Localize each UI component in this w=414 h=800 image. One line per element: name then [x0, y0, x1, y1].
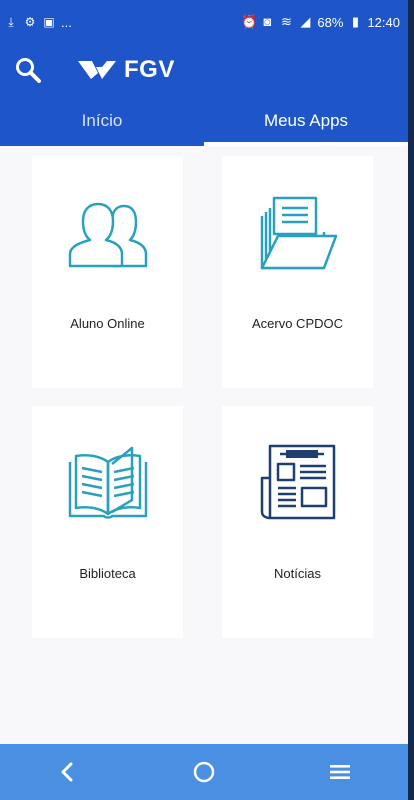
signal-icon: ◢ — [300, 14, 311, 29]
screen-edge — [408, 0, 414, 800]
fgv-logo-mark-icon — [78, 61, 116, 79]
status-right-icons: ⏰ ◙ ≋ ◢ 68% ▮ 12:40 — [241, 15, 400, 30]
download-icon: ⤓ — [8, 15, 14, 29]
status-left-icons: ⤓ ⚙ ▣ ... — [4, 15, 72, 30]
app-label: Acervo CPDOC — [251, 316, 344, 331]
app-label: Biblioteca — [79, 566, 136, 581]
book-icon — [68, 446, 147, 519]
app-card-aluno-online[interactable]: Aluno Online — [32, 156, 183, 388]
menu-button[interactable] — [310, 748, 370, 796]
fgv-logo: FGV — [78, 56, 175, 84]
back-button[interactable] — [38, 748, 98, 796]
status-bar: ⤓ ⚙ ▣ ... ⏰ ◙ ≋ ◢ 68% ▮ 12:40 — [0, 0, 408, 44]
app-card-acervo-cpdoc[interactable]: Acervo CPDOC — [222, 156, 373, 388]
message-icon: ▣ — [43, 15, 55, 29]
app-label: Aluno Online — [70, 316, 145, 331]
app-bar: FGV — [0, 44, 408, 96]
alarm-icon: ⏰ — [241, 14, 258, 29]
phone-screen: ⤓ ⚙ ▣ ... ⏰ ◙ ≋ ◢ 68% ▮ 12:40 FGV Início… — [0, 0, 408, 800]
battery-percent: 68% — [317, 14, 344, 30]
back-icon — [61, 762, 73, 782]
tab-bar: Início Meus Apps — [0, 96, 408, 146]
users-icon — [68, 202, 147, 268]
folder-icon — [260, 196, 337, 270]
wifi-icon: ≋ — [280, 14, 292, 29]
app-card-noticias[interactable]: Notícias — [222, 406, 373, 638]
menu-icon — [330, 765, 350, 779]
tab-inicio[interactable]: Início — [0, 96, 204, 146]
nfc-icon: ◙ — [263, 14, 272, 29]
app-label: Notícias — [274, 566, 321, 581]
home-button[interactable] — [174, 748, 234, 796]
search-icon — [16, 58, 41, 83]
newspaper-icon — [260, 444, 335, 520]
logo-text: FGV — [124, 56, 175, 83]
system-nav-bar — [0, 744, 408, 800]
clock: 12:40 — [367, 14, 400, 30]
app-card-biblioteca[interactable]: Biblioteca — [32, 406, 183, 638]
home-circle-icon — [193, 761, 215, 783]
tab-meus-apps[interactable]: Meus Apps — [204, 96, 408, 146]
settings-notification-icon: ⚙ — [24, 15, 36, 29]
search-button[interactable] — [12, 54, 44, 86]
apps-grid: Aluno Online Acervo CPDOC Biblioteca Not… — [0, 146, 408, 744]
notification-overflow: ... — [61, 14, 72, 30]
battery-icon: ▮ — [351, 14, 360, 29]
